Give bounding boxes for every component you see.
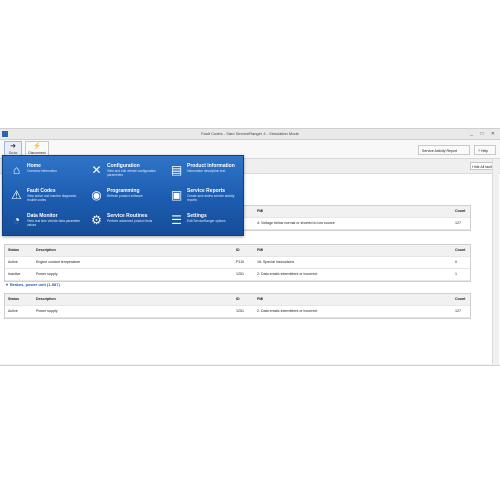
menu-item-desc: Perform advanced product tests (107, 219, 153, 223)
section-title-brakes[interactable]: Brakes, power unit (1-587) (6, 282, 60, 287)
menu-item-home[interactable]: ⌂ Home Overview information (5, 159, 83, 183)
header-fmi: FMI (257, 297, 264, 301)
document-icon: ▤ (170, 163, 183, 177)
header-status: Status (8, 248, 19, 252)
cell-count: 0 (455, 260, 457, 264)
fault-table-3: Status Description ID FMI Count Active P… (4, 293, 471, 319)
cell-description: Engine coolant temperature (36, 260, 81, 264)
menu-item-fault-codes[interactable]: ⚠ Fault Codes View active and inactive d… (5, 184, 83, 208)
header-description: Description (36, 248, 56, 252)
clipboard-icon: ▣ (170, 188, 183, 202)
cell-fmi: 2: Data erratic intermittent or incorrec… (257, 272, 318, 276)
menu-item-data-monitor[interactable]: ◔ Data Monitor View real time vehicle da… (5, 209, 83, 233)
menu-item-desc: View and edit vehicle configuration para… (107, 169, 157, 177)
header-fmi: FMI (257, 248, 264, 252)
header-fmi: FMI (257, 209, 264, 213)
service-activity-report-button[interactable]: Service Activity Report (418, 145, 470, 155)
table-row[interactable]: Active Power supply 1251 2: Data erratic… (5, 306, 470, 318)
cell-status: Active (8, 309, 18, 313)
menu-item-desc: Create and review service activity repor… (187, 194, 235, 202)
menu-item-desc: Refresh product software (107, 194, 143, 198)
header-count: Count (455, 209, 466, 213)
fault-table-2: Status Description ID FMI Count Active E… (4, 244, 471, 282)
cell-fmi: 4: Voltage below normal or shorted to lo… (257, 221, 335, 225)
header-count: Count (455, 248, 466, 252)
header-status: Status (8, 297, 19, 301)
menu-item-desc: Information description text (187, 169, 226, 173)
arrow-right-icon: ➜ (10, 143, 16, 150)
service-report-label: Service Activity Report (422, 149, 458, 153)
navigation-menu: ⌂ Home Overview information ✕ Configurat… (2, 155, 244, 236)
app-icon (2, 131, 8, 137)
cell-fmi: 2: Data erratic intermittent or incorrec… (257, 309, 318, 313)
cell-description: Power supply (36, 309, 58, 313)
gauge-icon: ◔ (12, 213, 21, 227)
tools-icon: ⚙ (91, 213, 102, 227)
table-header: Status Description ID FMI Count (5, 294, 470, 306)
cell-id: P110 (236, 260, 245, 264)
menu-item-desc: View active and inactive diagnostic trou… (27, 194, 77, 202)
vertical-scrollbar[interactable] (492, 159, 499, 364)
cell-count: 127 (455, 309, 461, 313)
cell-fmi: 16: Special Instructions (257, 260, 295, 264)
window-title: Fault Codes - Saro ServiceRanger 4 - Sim… (201, 131, 299, 136)
header-id: ID (236, 297, 240, 301)
help-button[interactable]: ? Help (474, 145, 496, 155)
disk-icon: ◉ (91, 188, 102, 202)
menu-item-service-routines[interactable]: ⚙ Service Routines Perform advanced prod… (85, 209, 163, 233)
cell-id: 1251 (236, 309, 244, 313)
table-row[interactable]: Active Engine coolant temperature P110 1… (5, 257, 470, 269)
plug-icon: ⚡ (32, 143, 42, 150)
cell-status: Active (8, 260, 18, 264)
wrench-screwdriver-icon: ✕ (91, 163, 102, 177)
table-row[interactable]: Inactive Power supply 1251 2: Data errat… (5, 269, 470, 281)
warning-icon: ⚠ (11, 188, 22, 202)
title-bar: Fault Codes - Saro ServiceRanger 4 - Sim… (0, 129, 500, 140)
menu-item-programming[interactable]: ◉ Programming Refresh product software (85, 184, 163, 208)
menu-item-configuration[interactable]: ✕ Configuration View and edit vehicle co… (85, 159, 163, 183)
menu-item-desc: Edit ServiceRanger options (187, 219, 226, 223)
help-label: Help (480, 149, 489, 153)
header-id: ID (236, 248, 240, 252)
cell-status: Inactive (8, 272, 21, 276)
menu-item-product-information[interactable]: ▤ Product Information Information descri… (165, 159, 243, 183)
menu-item-desc: Overview information (27, 169, 57, 173)
cell-count: 127 (455, 221, 461, 225)
sliders-icon: ☰ (171, 213, 182, 227)
menu-item-settings[interactable]: ☰ Settings Edit ServiceRanger options (165, 209, 243, 233)
cell-description: Power supply (36, 272, 58, 276)
header-description: Description (36, 297, 56, 301)
help-icon: ? (478, 149, 480, 153)
home-icon: ⌂ (12, 163, 21, 177)
menu-item-service-reports[interactable]: ▣ Service Reports Create and review serv… (165, 184, 243, 208)
header-count: Count (455, 297, 466, 301)
table-header: Status Description ID FMI Count (5, 245, 470, 257)
menu-item-desc: View real time vehicle data parameter va… (27, 219, 81, 227)
cell-count: 1 (455, 272, 457, 276)
window-controls[interactable]: _ □ ✕ (470, 130, 498, 138)
cell-id: 1251 (236, 272, 244, 276)
